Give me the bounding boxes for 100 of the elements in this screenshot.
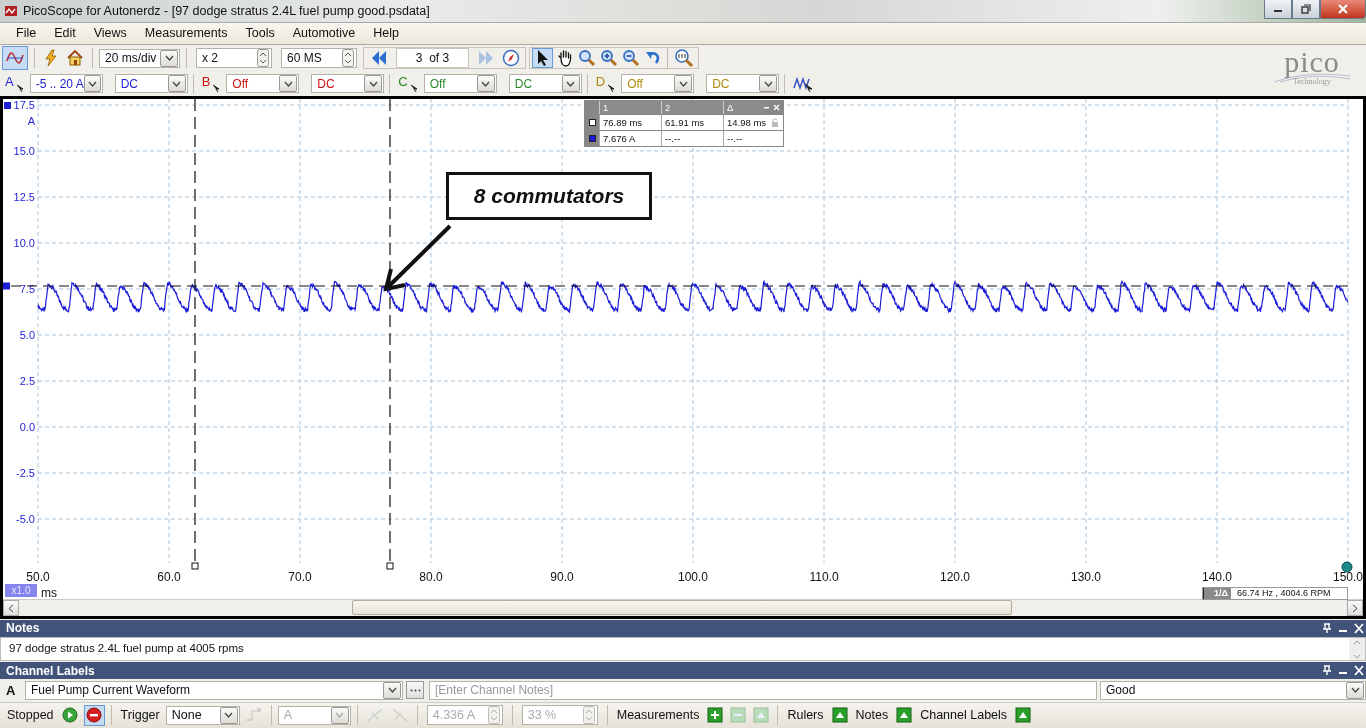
pointer-icon [535,49,550,68]
lightning-icon[interactable] [43,49,59,68]
coupling-dropdown[interactable]: DC [508,74,582,94]
show-panel-icon[interactable] [896,707,913,724]
table-cell: --.-- [661,131,723,147]
zoom-spinner[interactable]: x 2 [196,48,272,69]
close-button[interactable] [1320,0,1366,19]
trigger-marker-icon[interactable] [1341,561,1353,573]
logo-tagline: Technology [1293,77,1331,87]
caret-icon [566,80,576,87]
vertical-scrollbar[interactable] [1349,637,1365,661]
menu-item[interactable]: Tools [237,26,283,41]
maximize-button[interactable] [1292,0,1320,19]
x-axis-label: 80.0 [419,570,443,585]
menu-item[interactable]: Automotive [284,26,364,41]
status-dropdown[interactable]: Good [1100,680,1366,700]
menu-item[interactable]: Help [365,26,407,41]
ellipsis-icon [409,688,421,692]
notes-text: 97 dodge stratus 2.4L fuel pump at 4005 rpms [8,640,245,656]
zoom-in-icon [599,49,618,68]
caret-icon [164,55,174,62]
coupling-dropdown[interactable]: DC [114,74,188,94]
channel-label-field[interactable]: Fuel Pump Current Waveform [25,680,403,700]
trigger-mode-dropdown[interactable]: None [165,705,240,725]
pointer-tool[interactable] [532,48,553,69]
channel-letter: A [6,682,17,698]
time-ruler-icon [588,119,596,127]
axis-marker-icon[interactable] [4,102,11,110]
y-axis-label: 10.0 [13,237,35,250]
time-ruler[interactable] [386,99,394,570]
start-button[interactable] [59,704,81,726]
samples-spinner[interactable]: 60 MS [281,48,357,69]
y-axis-label: -2.5 [16,467,35,480]
x-axis-unit: ms [41,586,57,600]
menu-item[interactable]: Measurements [136,26,236,41]
zoom-out-tool[interactable] [620,48,641,69]
cursor-icon[interactable] [607,84,616,93]
caret-icon [678,80,688,87]
channel-letter[interactable]: C [398,74,408,90]
pin-icon[interactable] [1322,622,1332,634]
y-axis-label: 15.0 [13,145,35,158]
range-dropdown[interactable]: Off [423,74,497,94]
x-axis-label: 70.0 [288,570,312,585]
more-button[interactable] [406,681,424,700]
close-icon[interactable] [1354,622,1364,634]
zoom-tool[interactable] [576,48,597,69]
column-header: Δ [723,101,763,115]
cursor-icon[interactable] [15,84,24,93]
caret-icon [763,80,773,87]
spin-arrows-icon [257,49,269,68]
x-axis-label: 50.0 [26,570,50,585]
table-cell: 14.98 ms [723,115,783,131]
column-header: 2 [661,101,723,115]
scroll-right-button[interactable] [1347,600,1363,617]
caret-icon [335,712,345,719]
show-panel-icon[interactable] [831,707,848,724]
table-cell: --.-- [723,131,783,147]
home-icon[interactable] [66,49,84,68]
menu-item[interactable]: Edit [46,26,84,41]
zoom-in-tool[interactable] [598,48,619,69]
minimize-button[interactable] [1264,0,1292,19]
close-icon [1337,4,1349,14]
panel-toggle-label: Notes [855,708,889,723]
y-axis-unit: A [27,115,35,128]
annotation-callout: 8 commutators [446,172,652,221]
table-cell: 7.676 A [599,131,661,147]
close-icon[interactable] [1354,665,1364,677]
x-axis-label: 60.0 [157,570,181,585]
x-axis-label: 100.0 [678,570,708,585]
panel-toggle-label: Channel Labels [920,708,1008,723]
menu-item[interactable]: File [8,26,45,41]
scroll-arrows-icon [1353,638,1361,661]
magnifier-icon [577,49,596,68]
scroll-left-button[interactable] [3,600,19,617]
add-icon[interactable] [707,707,724,724]
compass-icon[interactable] [502,49,520,68]
menu-item[interactable]: Views [85,26,135,41]
channel-notes-field[interactable]: [Enter Channel Notes] [429,680,1097,700]
caret-icon [1350,687,1360,694]
range-dropdown[interactable]: -5 .. 20 A [29,74,103,94]
cursor-icon[interactable] [212,84,221,93]
buffer-number-field[interactable]: 3 of 3 [396,48,469,69]
channel-letter[interactable]: B [201,74,211,90]
close-icon[interactable] [773,104,780,112]
column-header: 1 [599,101,661,115]
timebase-dropdown[interactable]: 20 ms/div [99,48,180,68]
cursor-icon[interactable] [409,84,418,93]
channel-letter[interactable]: A [5,74,14,90]
scope-mode-button[interactable] [2,46,28,71]
stop-button[interactable] [83,704,105,726]
y-axis-label: 7.5 [19,283,35,296]
logo-wordmark: pico [1284,49,1340,76]
range-dropdown[interactable]: Off [226,74,300,94]
pin-icon[interactable] [1322,665,1332,677]
scrollbar-thumb[interactable] [352,600,1012,616]
coupling-dropdown[interactable]: DC [311,74,385,94]
panel-toggle-label: Rulers [787,708,824,723]
zoom-full-icon[interactable] [674,49,694,68]
show-panel-icon[interactable] [1015,707,1032,724]
arrow [383,224,452,292]
